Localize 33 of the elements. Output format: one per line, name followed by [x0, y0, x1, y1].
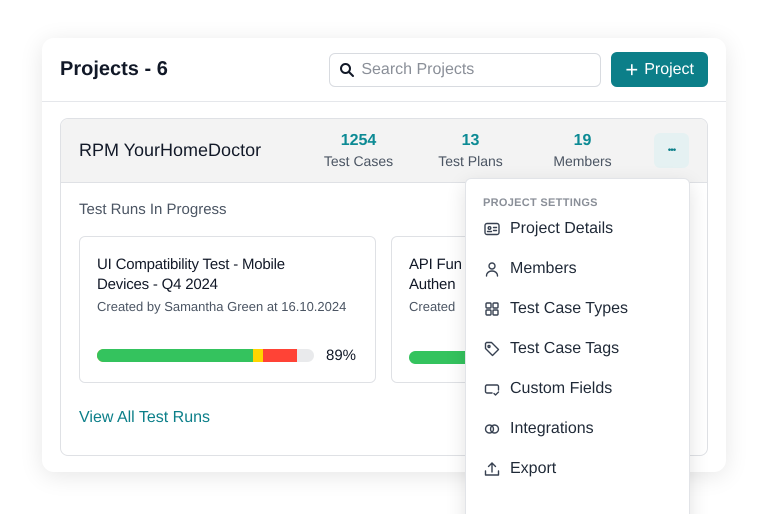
run-creator: Created — [409, 299, 456, 314]
test-run-card[interactable]: UI Compatibility Test - Mobile Devices - Q4 2024 Created by Samantha Green at 16.10.2024 89% — [79, 236, 376, 383]
menu-item[interactable]: Test Case Tags — [483, 329, 689, 369]
person-icon — [483, 260, 501, 278]
tag-icon — [483, 340, 501, 358]
stat-label: Members — [553, 153, 612, 169]
menu-item[interactable]: Project Details — [483, 209, 689, 249]
menu-item[interactable]: Integrations — [483, 409, 689, 449]
grid-icon — [483, 300, 501, 318]
stat-value: 19 — [574, 132, 592, 150]
upload-icon — [483, 460, 501, 478]
menu-item[interactable]: Export — [483, 449, 689, 489]
more-button[interactable]: ••• — [654, 133, 689, 168]
search-field[interactable]: Search Projects — [329, 52, 602, 86]
stat-value: 1254 — [340, 132, 376, 150]
run-title: UI Compatibility Test - Mobile Devices - Q4 2024 — [97, 255, 285, 295]
page-title: Projects - 6 — [60, 58, 169, 81]
progress-percent: 89% — [326, 347, 356, 364]
view-all-link[interactable]: View All Test Runs — [79, 409, 210, 427]
add-project-button[interactable]: + Project — [611, 52, 708, 87]
menu-item[interactable]: Members — [483, 249, 689, 289]
details-icon — [483, 220, 501, 238]
menu-heading: PROJECT SETTINGS — [483, 197, 599, 209]
search-icon — [338, 60, 356, 78]
menu-item[interactable]: Custom Fields — [483, 369, 689, 409]
stat-value: 13 — [462, 132, 480, 150]
section-title: Test Runs In Progress — [79, 201, 227, 218]
run-title: API Fun Authen — [409, 255, 462, 295]
project-name: RPM YourHomeDoctor — [79, 140, 262, 161]
stat-label: Test Plans — [438, 153, 503, 169]
stat-label: Test Cases — [324, 153, 394, 169]
run-creator: Created by Samantha Green at 16.10.2024 — [97, 299, 346, 314]
menu-item[interactable]: Test Case Types — [483, 289, 689, 329]
